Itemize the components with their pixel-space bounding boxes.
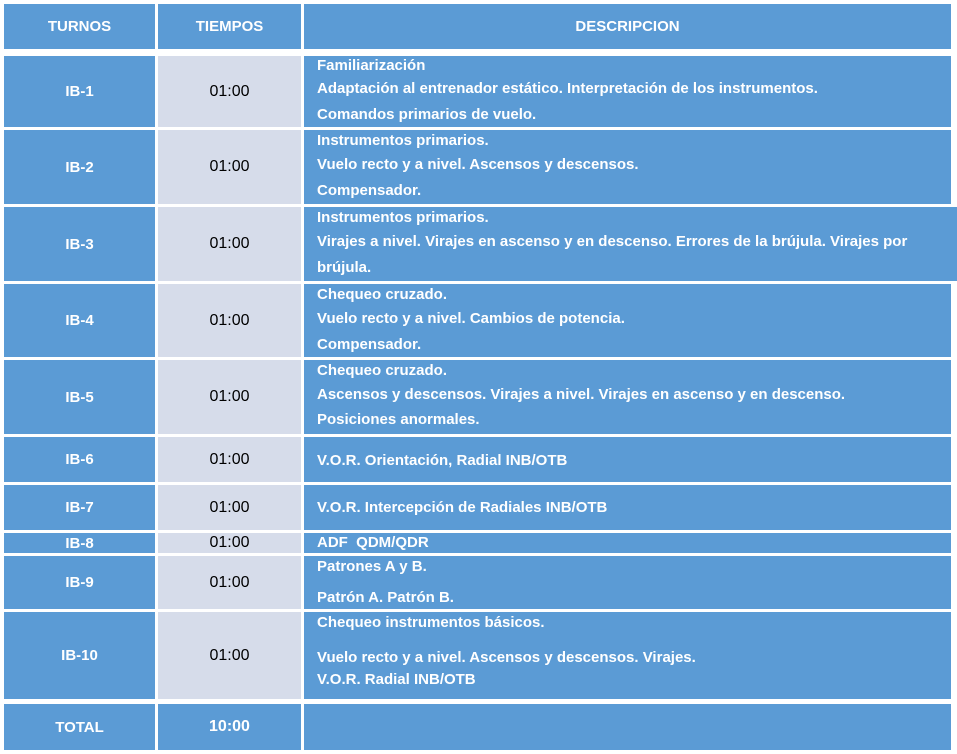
row-4-tiempo: 01:00 [158, 284, 301, 357]
row-3-turno: IB-3 [4, 207, 155, 281]
row-10-tiempo: 01:00 [158, 612, 301, 699]
header-descripcion: DESCRIPCION [304, 4, 951, 49]
row-5-tiempo: 01:00 [158, 360, 301, 434]
row-3-line-2: Virajes a nivel. Virajes en ascenso y en… [317, 233, 908, 250]
row-8-turno: IB-8 [4, 533, 155, 553]
row-1-line-2: Adaptación al entrenador estático. Inter… [317, 80, 818, 97]
row-2-line-2: Vuelo recto y a nivel. Ascensos y descen… [317, 156, 639, 173]
row-5-turno: IB-5 [4, 360, 155, 434]
row-2-turno: IB-2 [4, 130, 155, 204]
row-9-line-1: Patrones A y B. [317, 558, 427, 575]
row-9-line-2: Patrón A. Patrón B. [317, 589, 454, 606]
row-7-turno: IB-7 [4, 485, 155, 530]
row-1-tiempo: 01:00 [158, 56, 301, 127]
row-2-descripcion: Instrumentos primarios. Vuelo recto y a … [304, 130, 951, 204]
row-4-line-3: Compensador. [317, 336, 422, 353]
total-tiempo: 10:00 [158, 704, 301, 750]
row-4-descripcion: Chequeo cruzado. Vuelo recto y a nivel. … [304, 284, 951, 357]
row-6-descripcion: V.O.R. Orientación, Radial INB/OTB [304, 437, 951, 482]
row-9-descripcion: Patrones A y B. Patrón A. Patrón B. [304, 556, 951, 609]
row-1-line-1: Familiarización [317, 57, 426, 74]
row-3-tiempo: 01:00 [158, 207, 301, 281]
row-1-turno: IB-1 [4, 56, 155, 127]
row-10-turno: IB-10 [4, 612, 155, 699]
row-8-descripcion: ADF QDM/QDR [304, 533, 951, 553]
row-2-line-1: Instrumentos primarios. [317, 132, 489, 149]
row-9-tiempo: 01:00 [158, 556, 301, 609]
row-7-descripcion: V.O.R. Intercepción de Radiales INB/OTB [304, 485, 951, 530]
row-4-line-2: Vuelo recto y a nivel. Cambios de potenc… [317, 310, 625, 327]
row-5-line-1: Chequeo cruzado. [317, 362, 448, 379]
row-8-tiempo: 01:00 [158, 533, 301, 553]
row-7-tiempo: 01:00 [158, 485, 301, 530]
row-7-line-1: V.O.R. Intercepción de Radiales INB/OTB [317, 499, 608, 516]
row-10-line-3: V.O.R. Radial INB/OTB [317, 671, 476, 688]
header-tiempos: TIEMPOS [158, 4, 301, 49]
row-2-tiempo: 01:00 [158, 130, 301, 204]
row-10-descripcion: Chequeo instrumentos básicos. Vuelo rect… [304, 612, 951, 699]
row-6-line-1: V.O.R. Orientación, Radial INB/OTB [317, 452, 568, 469]
row-1-line-3: Comandos primarios de vuelo. [317, 106, 537, 123]
total-label: TOTAL [4, 704, 155, 750]
row-2-line-3: Compensador. [317, 182, 422, 199]
row-3-descripcion: Instrumentos primarios. Virajes a nivel.… [304, 207, 957, 281]
header-turnos: TURNOS [4, 4, 155, 49]
row-3-line-3: brújula. [317, 259, 372, 276]
row-6-tiempo: 01:00 [158, 437, 301, 482]
total-descripcion [304, 704, 951, 750]
row-9-turno: IB-9 [4, 556, 155, 609]
row-1-descripcion: Familiarización Adaptación al entrenador… [304, 56, 951, 127]
row-3-line-1: Instrumentos primarios. [317, 209, 489, 226]
row-5-descripcion: Chequeo cruzado. Ascensos y descensos. V… [304, 360, 951, 434]
row-4-turno: IB-4 [4, 284, 155, 357]
row-4-line-1: Chequeo cruzado. [317, 286, 448, 303]
row-10-line-2: Vuelo recto y a nivel. Ascensos y descen… [317, 649, 696, 666]
row-6-turno: IB-6 [4, 437, 155, 482]
row-5-line-3: Posiciones anormales. [317, 411, 480, 428]
row-8-line-1: ADF QDM/QDR [317, 534, 429, 551]
row-5-line-2: Ascensos y descensos. Virajes a nivel. V… [317, 386, 846, 403]
row-10-line-1: Chequeo instrumentos básicos. [317, 614, 545, 631]
